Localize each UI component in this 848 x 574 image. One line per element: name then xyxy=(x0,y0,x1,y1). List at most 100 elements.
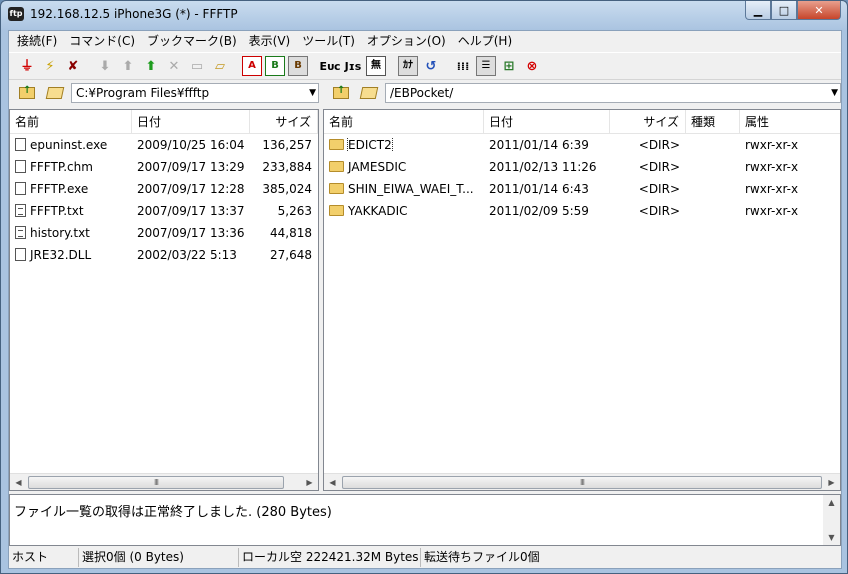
ascii-mode-icon[interactable]: A xyxy=(242,56,262,76)
table-row[interactable]: JAMESDIC 2011/02/13 11:26 <DIR> rwxr-xr-x xyxy=(324,156,840,178)
status-local-free: ローカル空 222421.32M Bytes xyxy=(239,548,421,567)
local-up-folder-icon[interactable] xyxy=(17,84,37,102)
client-area: 接続(F) コマンド(C) ブックマーク(B) 表示(V) ツール(T) オプシ… xyxy=(8,30,842,569)
remote-path-combo[interactable]: /EBPocket/ ▼ xyxy=(385,83,841,103)
file-size: 5,263 xyxy=(277,204,312,218)
log-panel[interactable]: ファイル一覧の取得は正常終了しました. (280 Bytes) ▲ ▼ xyxy=(9,494,841,546)
file-name-cell: YAKKADIC xyxy=(324,204,484,218)
column-header-type[interactable]: 種類 xyxy=(686,110,740,134)
auto-mode-icon[interactable]: B xyxy=(288,56,308,76)
table-row[interactable]: FFFTP.exe 2007/09/17 12:28 385,024 xyxy=(10,178,318,200)
menu-tools[interactable]: ツール(T) xyxy=(296,31,361,51)
column-header-date[interactable]: 日付 xyxy=(484,110,610,134)
disconnect-icon[interactable]: ✘ xyxy=(63,56,83,76)
sync-tree-icon[interactable]: ⊞ xyxy=(499,56,519,76)
menu-connect[interactable]: 接続(F) xyxy=(11,31,63,51)
file-icon xyxy=(15,248,26,261)
menu-help[interactable]: ヘルプ(H) xyxy=(452,31,518,51)
scroll-track[interactable]: III xyxy=(27,475,301,490)
scroll-right-icon[interactable]: ▶ xyxy=(823,474,840,491)
table-row[interactable]: YAKKADIC 2011/02/09 5:59 <DIR> rwxr-xr-x xyxy=(324,200,840,222)
local-path-combo[interactable]: C:¥Program Files¥ffftp ▼ xyxy=(71,83,319,103)
column-header-name[interactable]: 名前 xyxy=(324,110,484,134)
upload-icon[interactable]: ⬆ xyxy=(118,56,138,76)
file-name: EDICT2 xyxy=(347,138,393,152)
file-name: SHIN_EIWA_WAEI_T... xyxy=(348,182,474,196)
scroll-track[interactable]: III xyxy=(341,475,823,490)
euc-icon[interactable]: Eᴜᴄ xyxy=(320,56,341,76)
binary-mode-icon[interactable]: B xyxy=(265,56,285,76)
download-icon[interactable]: ⬇ xyxy=(95,56,115,76)
scroll-thumb[interactable]: III xyxy=(342,475,822,489)
scroll-up-icon[interactable]: ▲ xyxy=(828,498,834,507)
file-attr: rwxr-xr-x xyxy=(745,138,799,152)
file-size: 44,818 xyxy=(270,226,312,240)
ffftp-app-icon: ftp xyxy=(8,7,24,21)
scroll-left-icon[interactable]: ◀ xyxy=(10,474,27,491)
column-header-size[interactable]: サイズ xyxy=(250,110,318,134)
table-row[interactable]: SHIN_EIWA_WAEI_T... 2011/01/14 6:43 <DIR> r… xyxy=(324,178,840,200)
column-header-name[interactable]: 名前 xyxy=(10,110,132,134)
file-size: <DIR> xyxy=(638,204,680,218)
minimize-button[interactable]: ▁ xyxy=(745,1,771,20)
remote-horizontal-scrollbar[interactable]: ◀ III ▶ xyxy=(324,473,840,490)
refresh-icon[interactable]: ↺ xyxy=(421,56,441,76)
jis-icon[interactable]: Jɪs xyxy=(343,56,363,76)
table-row[interactable]: FFFTP.txt 2007/09/17 13:37 5,263 xyxy=(10,200,318,222)
file-size: <DIR> xyxy=(638,160,680,174)
scroll-thumb[interactable]: III xyxy=(28,475,284,489)
text-file-icon xyxy=(15,226,26,239)
status-selection: 選択0個 (0 Bytes) xyxy=(79,548,239,567)
file-attr: rwxr-xr-x xyxy=(745,204,799,218)
minimize-icon: ▁ xyxy=(753,3,763,17)
rename-icon[interactable]: ▭ xyxy=(187,56,207,76)
scroll-down-icon[interactable]: ▼ xyxy=(828,533,834,542)
stop-icon[interactable]: ⊗ xyxy=(522,56,542,76)
text-file-icon xyxy=(15,204,26,217)
table-row[interactable]: FFFTP.chm 2007/09/17 13:29 233,884 xyxy=(10,156,318,178)
close-button[interactable]: ✕ xyxy=(797,1,841,20)
column-header-size[interactable]: サイズ xyxy=(610,110,686,134)
file-name: JRE32.DLL xyxy=(30,248,92,262)
menu-view[interactable]: 表示(V) xyxy=(243,31,297,51)
table-row[interactable]: JRE32.DLL 2002/03/22 5:13 27,648 xyxy=(10,244,318,266)
delete-icon[interactable]: ✕ xyxy=(164,56,184,76)
no-convert-icon[interactable]: 無 xyxy=(366,56,386,76)
connect-icon[interactable]: ⏚ xyxy=(17,56,37,76)
scroll-right-icon[interactable]: ▶ xyxy=(301,474,318,491)
column-header-date[interactable]: 日付 xyxy=(132,110,250,134)
local-file-list[interactable]: 名前 日付 サイズ epuninst.exe 2009/10/25 16:04 13… xyxy=(9,109,319,491)
chevron-down-icon[interactable]: ▼ xyxy=(309,88,316,98)
kana-convert-icon[interactable]: ｶﾅ xyxy=(398,56,418,76)
menu-command[interactable]: コマンド(C) xyxy=(63,31,141,51)
new-folder-icon[interactable]: ▱ xyxy=(210,56,230,76)
file-attr: rwxr-xr-x xyxy=(745,160,799,174)
table-row[interactable]: history.txt 2007/09/17 13:36 44,818 xyxy=(10,222,318,244)
toolbar: ⏚ ⚡ ✘ ⬇ ⬆ ⬆ ✕ ▭ ▱ A B B Eᴜᴄ Jɪs 無 ｶﾅ ↺ ⁞… xyxy=(9,52,841,80)
file-name: history.txt xyxy=(30,226,90,240)
remote-up-folder-icon[interactable] xyxy=(331,84,351,102)
list-view-icon[interactable]: ⁞⁞⁞ xyxy=(453,56,473,76)
menu-options[interactable]: オプション(O) xyxy=(361,31,452,51)
file-name-cell: SHIN_EIWA_WAEI_T... xyxy=(324,182,484,196)
remote-file-list[interactable]: 名前 日付 サイズ 種類 属性 EDICT2 2011/01/14 6:39 <DI… xyxy=(323,109,841,491)
remote-open-folder-icon[interactable] xyxy=(359,84,379,102)
menu-bookmark[interactable]: ブックマーク(B) xyxy=(141,31,243,51)
folder-icon xyxy=(329,205,344,216)
remote-list-header: 名前 日付 サイズ 種類 属性 xyxy=(324,110,840,134)
local-open-folder-icon[interactable] xyxy=(45,84,65,102)
detail-view-icon[interactable]: ☰ xyxy=(476,56,496,76)
column-header-attr[interactable]: 属性 xyxy=(740,110,840,134)
log-vertical-scrollbar[interactable]: ▲ ▼ xyxy=(823,495,840,545)
local-path-text: C:¥Program Files¥ffftp xyxy=(76,86,210,100)
table-row[interactable]: EDICT2 2011/01/14 6:39 <DIR> rwxr-xr-x xyxy=(324,134,840,156)
maximize-button[interactable]: □ xyxy=(771,1,797,20)
local-horizontal-scrollbar[interactable]: ◀ III ▶ xyxy=(10,473,318,490)
chevron-down-icon[interactable]: ▼ xyxy=(831,88,838,98)
file-date: 2011/01/14 6:39 xyxy=(489,138,589,152)
mirror-upload-icon[interactable]: ⬆ xyxy=(141,56,161,76)
quick-connect-icon[interactable]: ⚡ xyxy=(40,56,60,76)
title-bar[interactable]: ftp 192.168.12.5 iPhone3G (*) - FFFTP ▁ … xyxy=(1,1,847,29)
table-row[interactable]: epuninst.exe 2009/10/25 16:04 136,257 xyxy=(10,134,318,156)
scroll-left-icon[interactable]: ◀ xyxy=(324,474,341,491)
